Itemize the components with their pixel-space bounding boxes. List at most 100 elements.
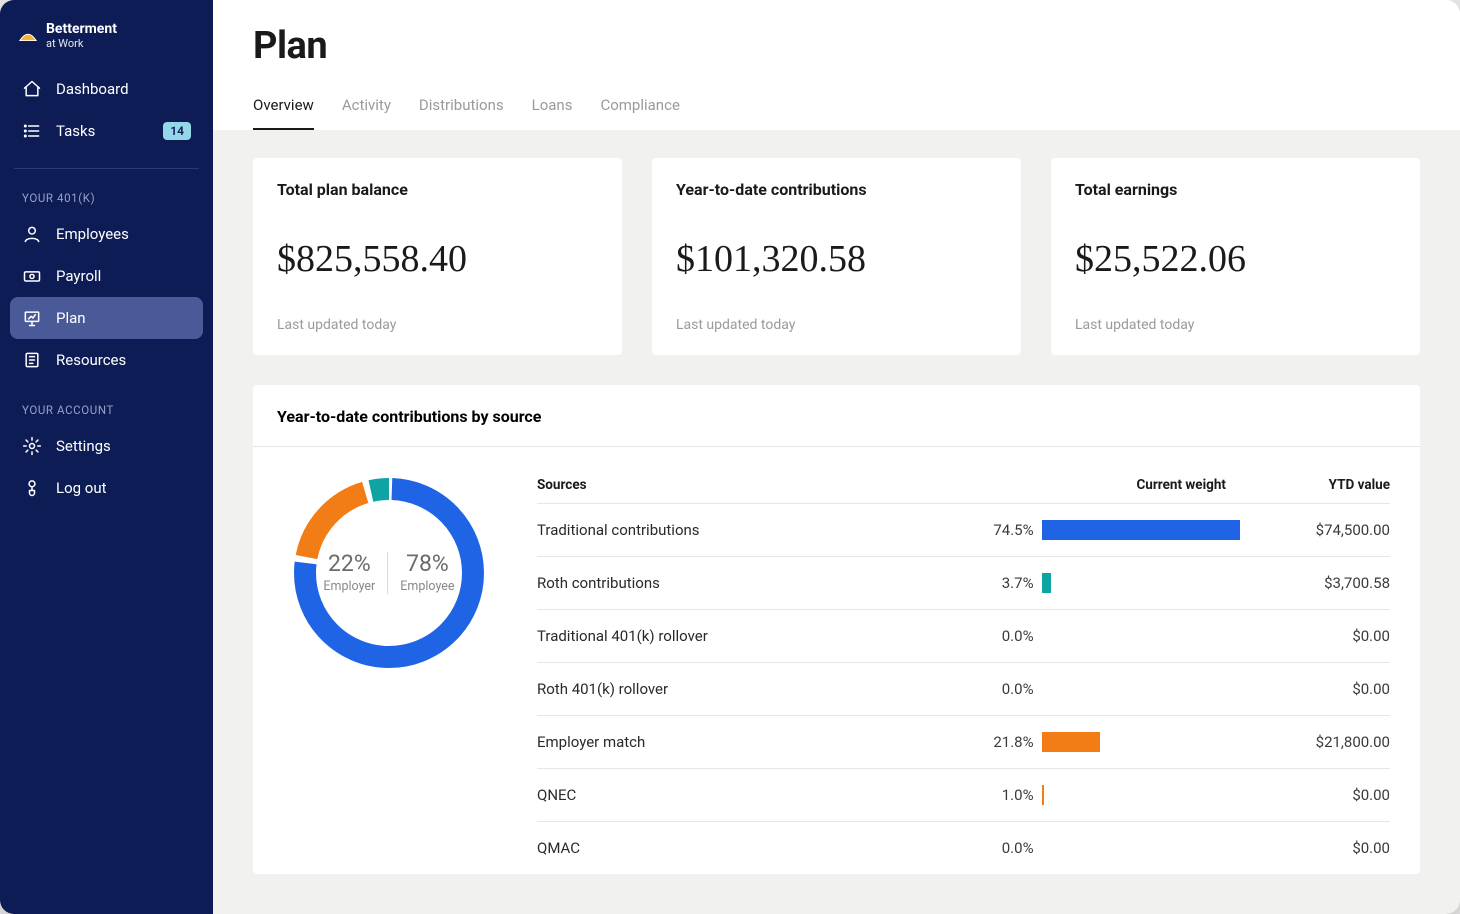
metric-updated: Last updated today (1075, 317, 1396, 333)
col-value: YTD value (1238, 477, 1390, 493)
weight-cell: 3.7% (978, 573, 1238, 593)
metric-value: $825,558.40 (277, 237, 598, 281)
payroll-icon (22, 266, 42, 286)
sidebar-item-plan[interactable]: Plan (10, 297, 203, 339)
source-name: Employer match (537, 733, 978, 751)
sidebar-item-label: Dashboard (56, 80, 129, 98)
metric-title: Year-to-date contributions (676, 180, 997, 199)
table-row: Roth 401(k) rollover0.0%$0.00 (537, 662, 1390, 715)
source-name: QNEC (537, 786, 978, 804)
sidebar-item-label: Employees (56, 225, 129, 243)
ytd-value: $74,500.00 (1238, 521, 1390, 539)
metric-card: Year-to-date contributions $101,320.58 Las… (652, 158, 1021, 355)
ytd-value: $0.00 (1238, 786, 1390, 804)
weight-bar (1042, 732, 1238, 752)
ytd-value: $0.00 (1238, 680, 1390, 698)
source-name: Traditional 401(k) rollover (537, 627, 978, 645)
weight-pct: 1.0% (978, 786, 1034, 804)
tab-overview[interactable]: Overview (253, 96, 314, 130)
weight-pct: 21.8% (978, 733, 1034, 751)
weight-bar (1042, 573, 1238, 593)
tab-activity[interactable]: Activity (342, 96, 391, 129)
metric-updated: Last updated today (676, 317, 997, 333)
brand-logo-icon (18, 26, 38, 46)
weight-cell: 74.5% (978, 520, 1238, 540)
weight-cell: 0.0% (978, 838, 1238, 858)
donut-employer-label: Employer (323, 579, 375, 594)
brand: Betterment at Work (10, 18, 203, 68)
main: Plan Overview Activity Distributions Loans C… (213, 0, 1460, 914)
weight-cell: 1.0% (978, 785, 1238, 805)
sidebar-item-employees[interactable]: Employees (10, 213, 203, 255)
weight-pct: 0.0% (978, 680, 1034, 698)
metric-updated: Last updated today (277, 317, 598, 333)
sidebar-item-label: Tasks (56, 122, 95, 140)
weight-pct: 0.0% (978, 839, 1034, 857)
sidebar-item-log-out[interactable]: Log out (10, 467, 203, 509)
tasks-badge: 14 (163, 122, 191, 140)
table-row: Traditional contributions74.5%$74,500.00 (537, 503, 1390, 556)
sidebar-item-label: Plan (56, 309, 86, 327)
app-shell: Betterment at Work Dashboard Tasks 14 YOUR… (0, 0, 1460, 914)
table-row: QNEC1.0% $0.00 (537, 768, 1390, 821)
nav-section-401k: Employees Payroll Plan Resources (10, 213, 203, 381)
nav-heading-account: YOUR ACCOUNT (10, 381, 203, 425)
metric-value: $25,522.06 (1075, 237, 1396, 281)
table-row: Traditional 401(k) rollover0.0%$0.00 (537, 609, 1390, 662)
nav-section-account: SettingsLog out (10, 425, 203, 509)
sources-table-body: Traditional contributions74.5%$74,500.00… (537, 503, 1390, 874)
sources-table: Sources Current weight YTD value Traditi… (537, 477, 1390, 874)
donut-employee-pct: 78% (400, 552, 454, 575)
list-icon (22, 121, 42, 141)
table-row: Employer match21.8%$21,800.00 (537, 715, 1390, 768)
weight-cell: 21.8% (978, 732, 1238, 752)
sidebar-item-settings[interactable]: Settings (10, 425, 203, 467)
user-icon (22, 224, 42, 244)
donut-employee-label: Employee (400, 579, 454, 594)
tab-distributions[interactable]: Distributions (419, 96, 504, 129)
presentation-icon (22, 308, 42, 328)
sidebar-item-dashboard[interactable]: Dashboard (10, 68, 203, 110)
col-weight: Current weight (978, 477, 1238, 493)
metric-card: Total plan balance$825,558.40Last update… (253, 158, 622, 355)
tabs: Overview Activity Distributions Loans Compli… (253, 96, 1420, 130)
tab-loans[interactable]: Loans (532, 96, 573, 129)
content: Total plan balance$825,558.40Last update… (213, 130, 1460, 874)
table-row: QMAC0.0% $0.00 (537, 821, 1390, 874)
donut-employer: 22% Employer (323, 552, 375, 594)
weight-cell: 0.0% (978, 626, 1238, 646)
ytd-section: Year-to-date contributions by source (253, 385, 1420, 874)
brand-sub: at Work (46, 37, 117, 50)
weight-bar (1042, 785, 1238, 805)
sidebar-item-payroll[interactable]: Payroll (10, 255, 203, 297)
metric-value: $101,320.58 (676, 237, 997, 281)
col-sources: Sources (537, 477, 978, 493)
table-row: Roth contributions3.7%$3,700.58 (537, 556, 1390, 609)
page-title: Plan (253, 24, 1420, 68)
ytd-section-title: Year-to-date contributions by source (253, 385, 1420, 446)
weight-bar (1042, 679, 1238, 699)
brand-name: Betterment (46, 22, 117, 37)
sidebar-item-resources[interactable]: Resources (10, 339, 203, 381)
gear-icon (22, 436, 42, 456)
nav-top: Dashboard Tasks 14 (10, 68, 203, 152)
tab-compliance[interactable]: Compliance (600, 96, 679, 129)
sidebar: Betterment at Work Dashboard Tasks 14 YOUR… (0, 0, 213, 914)
sidebar-item-label: Resources (56, 351, 126, 369)
weight-cell: 0.0% (978, 679, 1238, 699)
metrics-row: Total plan balance$825,558.40Last update… (253, 158, 1420, 355)
weight-bar (1042, 520, 1238, 540)
metric-title: Total earnings (1075, 180, 1396, 199)
nav-heading-401k: YOUR 401(K) (10, 169, 203, 213)
metric-card: Total earnings $25,522.06 Last updated tod… (1051, 158, 1420, 355)
donut-separator (387, 552, 388, 594)
ytd-value: $0.00 (1238, 627, 1390, 645)
source-name: QMAC (537, 839, 978, 857)
ytd-value: $0.00 (1238, 839, 1390, 857)
source-name: Traditional contributions (537, 521, 978, 539)
sidebar-item-tasks[interactable]: Tasks 14 (10, 110, 203, 152)
sidebar-item-label: Payroll (56, 267, 101, 285)
sources-table-head: Sources Current weight YTD value (537, 477, 1390, 503)
donut-employer-pct: 22% (323, 552, 375, 575)
donut-chart: 22% Employer 78% Employee (289, 477, 489, 669)
